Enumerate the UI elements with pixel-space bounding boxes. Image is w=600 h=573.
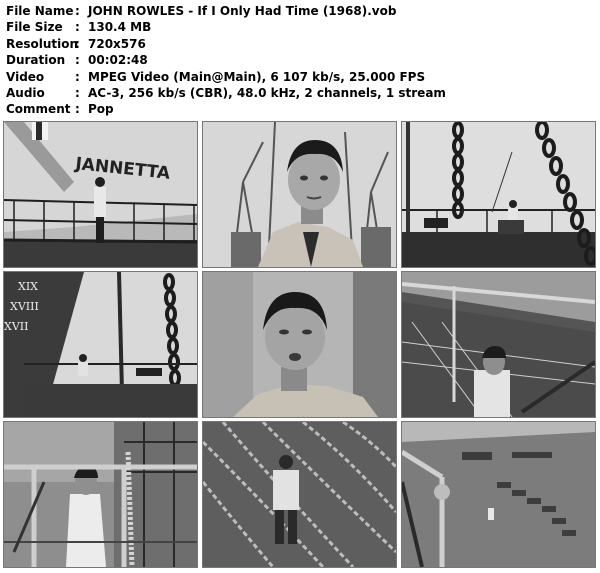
frame-3-image: [402, 122, 595, 267]
info-value: 130.4 MB: [88, 20, 152, 35]
frame-8-image: [203, 422, 396, 567]
info-key: Duration: [6, 53, 66, 68]
info-row-video: Video : MPEG Video (Main@Main), 6 107 kb…: [6, 69, 446, 85]
info-key: File Name: [6, 4, 74, 18]
hull-marking-2: XVIII: [10, 300, 39, 313]
info-row-resolution: Resolution : 720x576: [6, 36, 446, 52]
video-frame-6: [401, 271, 596, 418]
video-frame-3: [401, 121, 596, 268]
frame-5-image: [203, 272, 396, 417]
media-info-panel: File Name : JOHN ROWLES - If I Only Had …: [6, 3, 446, 118]
info-key: Audio: [6, 86, 45, 101]
hull-marking-1: XIX: [18, 280, 38, 293]
info-value: 720x576: [88, 36, 146, 51]
info-key: Video: [6, 69, 45, 84]
video-frame-2: [202, 121, 397, 268]
info-value: AC-3, 256 kb/s (CBR), 48.0 kHz, 2 channe…: [88, 86, 446, 101]
video-frame-8: [202, 421, 397, 568]
info-separator: :: [75, 20, 80, 35]
video-frame-9: [401, 421, 596, 568]
info-row-file-name: File Name : JOHN ROWLES - If I Only Had …: [6, 3, 446, 19]
info-row-file-size: File Size : 130.4 MB: [6, 19, 446, 35]
frame-2-image: [203, 122, 396, 267]
hull-marking-3: XVII: [4, 320, 28, 333]
video-frame-4: XIX XVIII XVII: [3, 271, 198, 418]
info-key: File Size: [6, 20, 63, 35]
video-frame-5: [202, 271, 397, 418]
info-value: JOHN ROWLES - If I Only Had Time (1968).…: [88, 4, 397, 18]
video-frame-7: [3, 421, 198, 568]
info-row-duration: Duration : 00:02:48: [6, 52, 446, 68]
info-value: MPEG Video (Main@Main), 6 107 kb/s, 25.0…: [88, 69, 426, 84]
info-key: Resolution: [6, 36, 79, 51]
info-value: Pop: [88, 102, 114, 117]
frame-7-image: [4, 422, 197, 567]
info-row-audio: Audio : AC-3, 256 kb/s (CBR), 48.0 kHz, …: [6, 85, 446, 101]
frame-4-image: XIX XVIII XVII: [4, 272, 197, 417]
info-row-comment: Comment : Pop: [6, 101, 446, 117]
info-separator: :: [75, 36, 80, 51]
info-separator: :: [75, 69, 80, 84]
info-separator: :: [75, 4, 80, 18]
info-value: 00:02:48: [88, 53, 148, 68]
video-frame-1: JANNETTA: [3, 121, 198, 268]
thumbnail-grid: JANNETTA XIX XVIII XVII: [0, 120, 600, 573]
info-separator: :: [75, 86, 80, 101]
info-key: Comment: [6, 102, 71, 117]
frame-1-image: JANNETTA: [4, 122, 197, 267]
frame-9-image: [402, 422, 595, 567]
frame-6-image: [402, 272, 595, 417]
info-separator: :: [75, 53, 80, 68]
info-separator: :: [75, 102, 80, 117]
